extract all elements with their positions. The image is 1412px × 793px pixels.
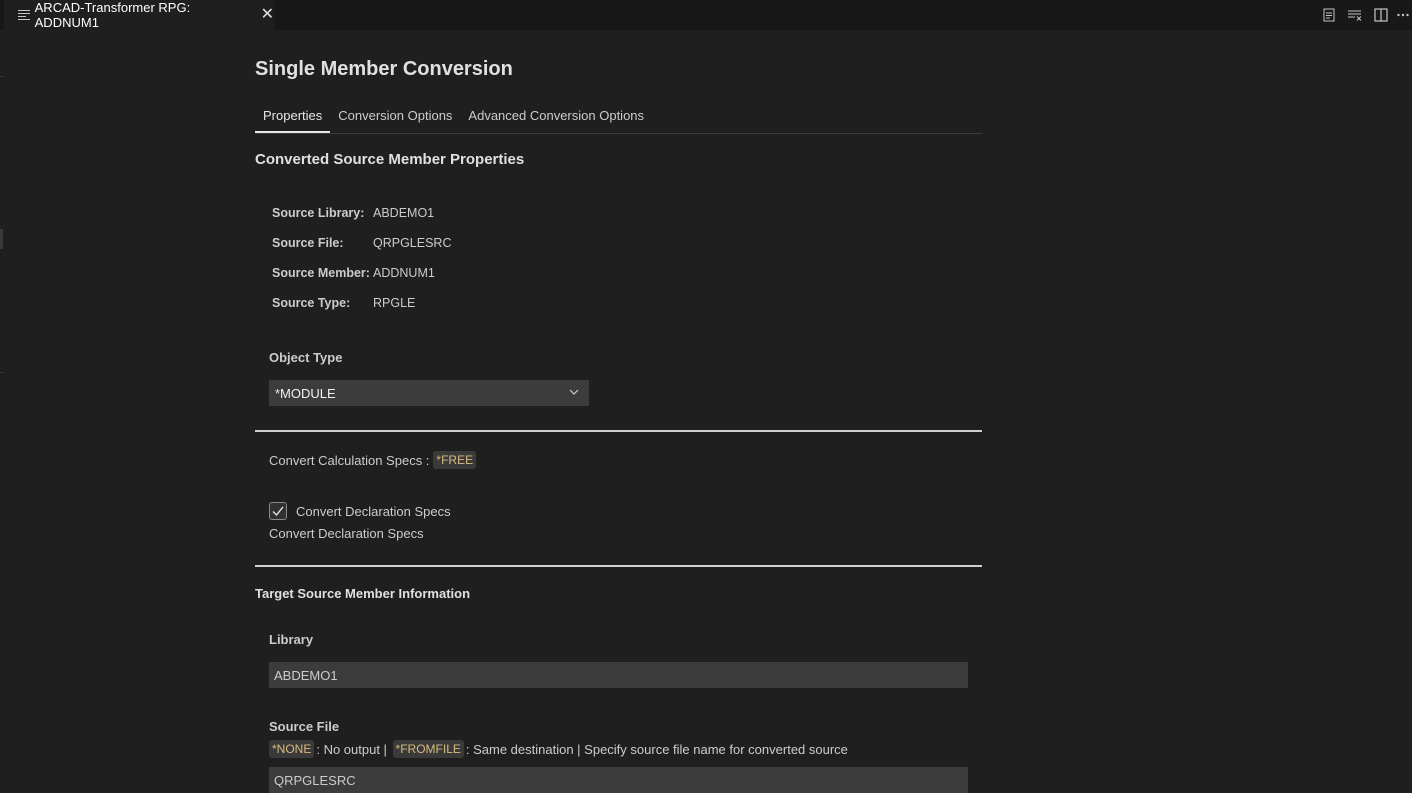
property-row: Source Library: ABDEMO1	[272, 203, 434, 223]
fromfile-badge: *FROMFILE	[392, 740, 464, 758]
calc-specs-label: Convert Calculation Specs :	[269, 452, 430, 468]
chevron-down-icon	[568, 386, 580, 401]
fromfile-hint-text: : Same destination | Specify source file…	[465, 741, 848, 757]
editor-tab[interactable]: ARCAD-Transformer RPG: ADDNUM1 ✕	[4, 0, 274, 30]
property-key: Source File:	[272, 236, 344, 250]
none-hint-text: : No output |	[316, 741, 391, 757]
tab-advanced-conversion-options[interactable]: Advanced Conversion Options	[460, 102, 652, 132]
tab-conversion-options[interactable]: Conversion Options	[330, 102, 460, 132]
property-value: ABDEMO1	[373, 206, 435, 220]
object-type-selected: *MODULE	[275, 385, 336, 401]
object-type-label: Object Type	[269, 350, 343, 365]
source-file-label: Source File	[269, 719, 340, 734]
decl-specs-checkbox-row: Convert Declaration Specs	[269, 502, 451, 520]
property-row: Source Type: RPGLE	[272, 293, 415, 313]
source-file-input[interactable]	[269, 767, 968, 793]
gutter-sash[interactable]	[0, 229, 3, 249]
preview-file-icon	[18, 9, 30, 21]
editor-tab-bar: ARCAD-Transformer RPG: ADDNUM1 ✕	[0, 0, 1412, 30]
property-row: Source File: QRPGLESRC	[272, 233, 452, 253]
gutter-divider	[0, 76, 3, 77]
target-member-heading: Target Source Member Information	[255, 586, 471, 601]
split-editor-icon[interactable]	[1368, 2, 1394, 28]
panel-tabs: Properties Conversion Options Advanced C…	[255, 102, 982, 134]
decl-specs-description-text: Convert Declaration Specs	[269, 525, 424, 541]
left-gutter	[0, 30, 4, 777]
none-badge: *NONE	[269, 740, 315, 758]
clear-all-icon[interactable]	[1342, 2, 1368, 28]
decl-specs-checkbox[interactable]	[269, 502, 287, 520]
editor-tab-title: ARCAD-Transformer RPG: ADDNUM1	[34, 0, 191, 30]
source-file-hint: *NONE : No output | *FROMFILE : Same des…	[269, 739, 848, 759]
more-actions-icon[interactable]	[1394, 2, 1412, 28]
property-value: QRPGLESRC	[373, 236, 452, 250]
property-row: Source Member: ADDNUM1	[272, 263, 435, 283]
property-key: Source Member:	[272, 266, 370, 280]
property-value: RPGLE	[373, 296, 416, 310]
section-divider	[255, 565, 982, 567]
source-properties-heading: Converted Source Member Properties	[255, 151, 525, 168]
page-title: Single Member Conversion	[255, 58, 513, 80]
open-preview-icon[interactable]	[1316, 2, 1342, 28]
library-input[interactable]	[269, 662, 968, 688]
calc-specs-row: Convert Calculation Specs : *FREE	[269, 450, 478, 470]
property-key: Source Type:	[272, 296, 351, 310]
decl-specs-description: Convert Declaration Specs	[269, 524, 424, 542]
property-key: Source Library:	[272, 206, 365, 220]
tab-properties[interactable]: Properties	[255, 102, 331, 133]
close-icon[interactable]: ✕	[261, 7, 274, 23]
gutter-divider	[0, 372, 3, 373]
calc-specs-value-badge: *FREE	[433, 451, 477, 469]
library-label: Library	[269, 632, 314, 647]
check-icon	[272, 506, 284, 517]
editor-actions	[1316, 0, 1412, 30]
object-type-select[interactable]: *MODULE	[269, 380, 589, 406]
section-divider	[255, 430, 982, 432]
property-value: ADDNUM1	[373, 266, 435, 280]
decl-specs-checkbox-label[interactable]: Convert Declaration Specs	[296, 504, 451, 519]
